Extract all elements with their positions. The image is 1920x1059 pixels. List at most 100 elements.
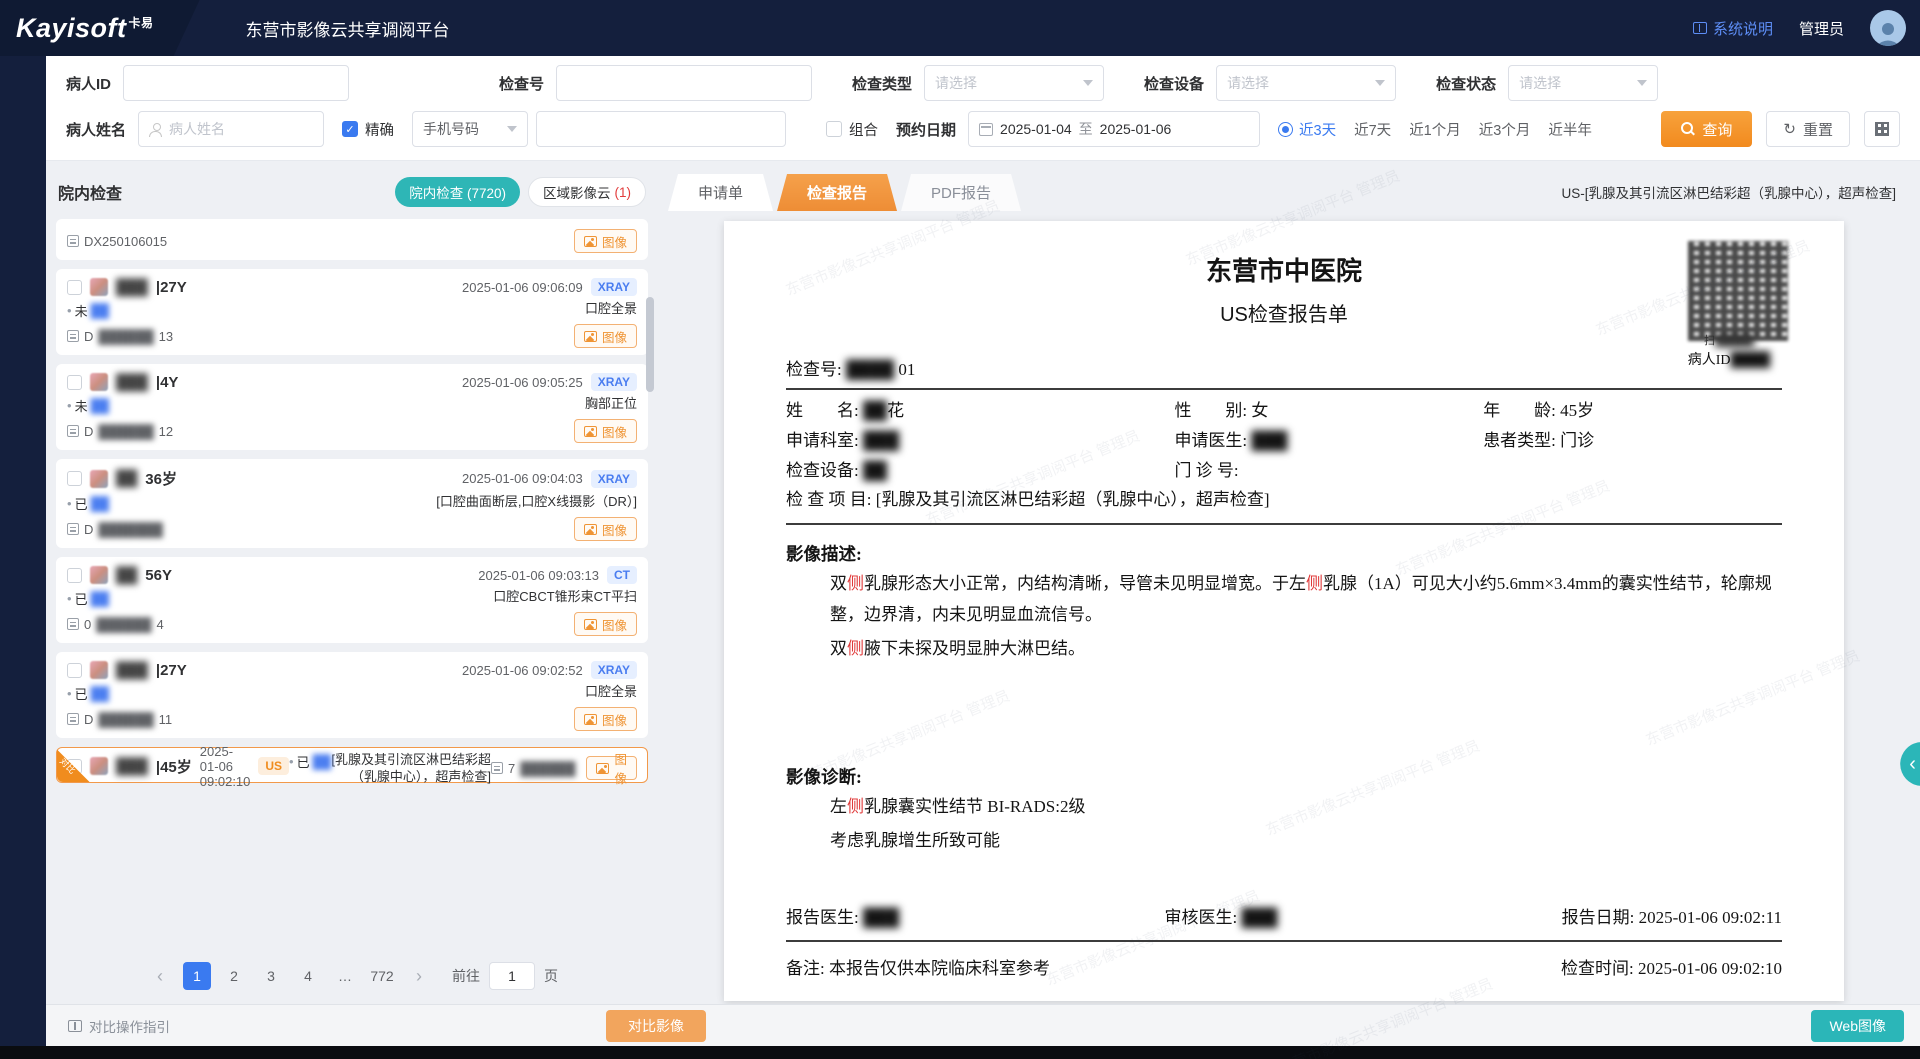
manual-icon xyxy=(1693,22,1707,34)
device-select[interactable]: 请选择 xyxy=(1216,65,1396,101)
goto-page-input[interactable] xyxy=(489,962,535,990)
prev-page-button[interactable]: ‹ xyxy=(146,962,174,990)
exam-card[interactable]: ██ 56Y 2025-01-06 09:03:13 CT •已██ 口腔CBC… xyxy=(56,557,648,643)
view-images-button[interactable]: 图像 xyxy=(574,517,637,541)
page-ellipsis[interactable]: … xyxy=(331,962,359,990)
report-status: •未██ xyxy=(67,301,109,320)
person-icon xyxy=(1873,20,1903,46)
patient-thumbnail xyxy=(90,757,108,775)
phone-field[interactable] xyxy=(547,121,775,137)
quick-range-3m[interactable]: 近3个月 xyxy=(1479,119,1531,140)
exam-id-suffix: 4 xyxy=(157,617,164,632)
quick-range-1m[interactable]: 近1个月 xyxy=(1409,119,1461,140)
patient-thumbnail xyxy=(90,373,108,391)
quick-range-3d[interactable]: 近3天 xyxy=(1278,119,1336,140)
view-images-label: 图像 xyxy=(602,710,627,729)
reset-button[interactable]: ↻ 重置 xyxy=(1766,111,1850,147)
reset-icon: ↻ xyxy=(1783,120,1796,138)
compare-guide-link[interactable]: 对比操作指引 xyxy=(68,1016,170,1036)
exam-id-suffix: 11 xyxy=(159,712,173,727)
exam-checkbox[interactable] xyxy=(67,280,82,295)
exam-card-selected[interactable]: ███ |45岁 2025-01-06 09:02:10 US •已██ [乳腺… xyxy=(56,747,648,783)
exam-type-select[interactable]: 请选择 xyxy=(924,65,1104,101)
patient-thumbnail xyxy=(90,278,108,296)
status-select[interactable]: 请选择 xyxy=(1508,65,1658,101)
quick-range-6m-label: 近半年 xyxy=(1548,119,1592,140)
exam-id: 7██████ xyxy=(491,761,581,776)
tab-pdf-report[interactable]: PDF报告 xyxy=(901,174,1021,211)
modality-badge: XRAY xyxy=(591,278,637,296)
view-images-button[interactable]: 图像 xyxy=(574,229,637,253)
image-icon xyxy=(584,714,597,725)
tab-internal-exams[interactable]: 院内检查 (7720) xyxy=(395,177,520,207)
layout-settings-button[interactable] xyxy=(1864,111,1900,147)
image-icon xyxy=(584,331,597,342)
field-req-doctor: 申请医生: ███ xyxy=(1174,426,1483,456)
page-4-button[interactable]: 4 xyxy=(294,962,322,990)
system-help-label: 系统说明 xyxy=(1713,18,1773,39)
patient-name-input[interactable] xyxy=(138,111,324,147)
compare-images-button[interactable]: 对比影像 xyxy=(606,1010,706,1042)
view-images-button[interactable]: 图像 xyxy=(574,612,637,636)
view-images-button[interactable]: 图像 xyxy=(586,756,637,780)
date-range-picker[interactable]: 2025-01-04 至 2025-01-06 xyxy=(968,111,1260,147)
tab-regional-cloud[interactable]: 区域影像云 (1) xyxy=(528,177,646,207)
appointment-date-label: 预约日期 xyxy=(896,119,956,140)
tab-exam-report[interactable]: 检查报告 xyxy=(777,174,897,211)
patient-id-input[interactable] xyxy=(123,65,349,101)
compare-guide-label: 对比操作指引 xyxy=(89,1016,170,1036)
quick-range-7d[interactable]: 近7天 xyxy=(1354,119,1391,140)
tab-request-form[interactable]: 申请单 xyxy=(668,174,773,211)
exam-card[interactable]: ███ |27Y 2025-01-06 09:06:09 XRAY •未██ 口… xyxy=(56,269,648,355)
device-label: 检查设备: xyxy=(786,461,859,480)
exam-card[interactable]: DX250106015 图像 xyxy=(56,219,648,260)
exam-checkbox[interactable] xyxy=(67,663,82,678)
page-1-button[interactable]: 1 xyxy=(183,962,211,990)
chevron-down-icon xyxy=(1375,80,1385,86)
web-image-button[interactable]: Web图像 xyxy=(1811,1010,1904,1042)
status-blurred: ██ xyxy=(91,303,109,318)
image-icon xyxy=(584,236,597,247)
page-772-button[interactable]: 772 xyxy=(368,962,396,990)
description-heading: 影像描述: xyxy=(786,541,1782,566)
exam-card[interactable]: ██ 36岁 2025-01-06 09:04:03 XRAY •已██ [口腔… xyxy=(56,459,648,548)
name-blurred: ██ xyxy=(863,401,887,420)
view-images-button[interactable]: 图像 xyxy=(574,324,637,348)
exam-card[interactable]: ███ |27Y 2025-01-06 09:02:52 XRAY •已██ 口… xyxy=(56,652,648,738)
exact-checkbox[interactable]: ✓ xyxy=(342,121,358,137)
card-mid-row: •未██ 胸部正位 xyxy=(67,396,637,415)
exam-checkbox[interactable] xyxy=(67,375,82,390)
phone-input[interactable] xyxy=(536,111,786,147)
exam-time-value: 2025-01-06 09:02:10 xyxy=(1638,959,1782,978)
combine-checkbox[interactable] xyxy=(826,121,842,137)
field-patient-type: 患者类型: 门诊 xyxy=(1483,426,1782,456)
exam-checkbox[interactable] xyxy=(67,568,82,583)
exam-no-input[interactable] xyxy=(556,65,812,101)
page-2-button[interactable]: 2 xyxy=(220,962,248,990)
note-label: 备注: xyxy=(786,959,825,978)
exam-id-blurred: ███████ xyxy=(98,522,162,537)
exam-id-prefix: D xyxy=(84,329,93,344)
exam-checkbox[interactable] xyxy=(67,759,82,774)
user-avatar[interactable] xyxy=(1870,10,1906,46)
patient-id-field[interactable] xyxy=(134,75,338,91)
patient-name-field[interactable] xyxy=(169,121,313,137)
patient-name-label: 病人姓名 xyxy=(66,119,126,140)
exam-card[interactable]: ███ |4Y 2025-01-06 09:05:25 XRAY •未██ 胸部… xyxy=(56,364,648,450)
view-images-button[interactable]: 图像 xyxy=(574,707,637,731)
exam-checkbox[interactable] xyxy=(67,471,82,486)
system-help-link[interactable]: 系统说明 xyxy=(1693,18,1773,39)
card-id-row: DX250106015 图像 xyxy=(67,229,637,253)
phone-type-select[interactable]: 手机号码 xyxy=(412,111,528,147)
exam-id-prefix: 0 xyxy=(84,617,91,632)
view-images-button[interactable]: 图像 xyxy=(574,419,637,443)
search-button[interactable]: 查询 xyxy=(1661,111,1752,147)
grid-icon xyxy=(1875,122,1889,136)
status-blurred: ██ xyxy=(313,754,331,769)
exam-no-field[interactable] xyxy=(567,75,801,91)
page-3-button[interactable]: 3 xyxy=(257,962,285,990)
exam-card-list: DX250106015 图像 ███ |27Y xyxy=(54,217,650,948)
next-page-button[interactable]: › xyxy=(405,962,433,990)
list-scrollbar-thumb[interactable] xyxy=(646,297,654,392)
quick-range-6m[interactable]: 近半年 xyxy=(1548,119,1592,140)
